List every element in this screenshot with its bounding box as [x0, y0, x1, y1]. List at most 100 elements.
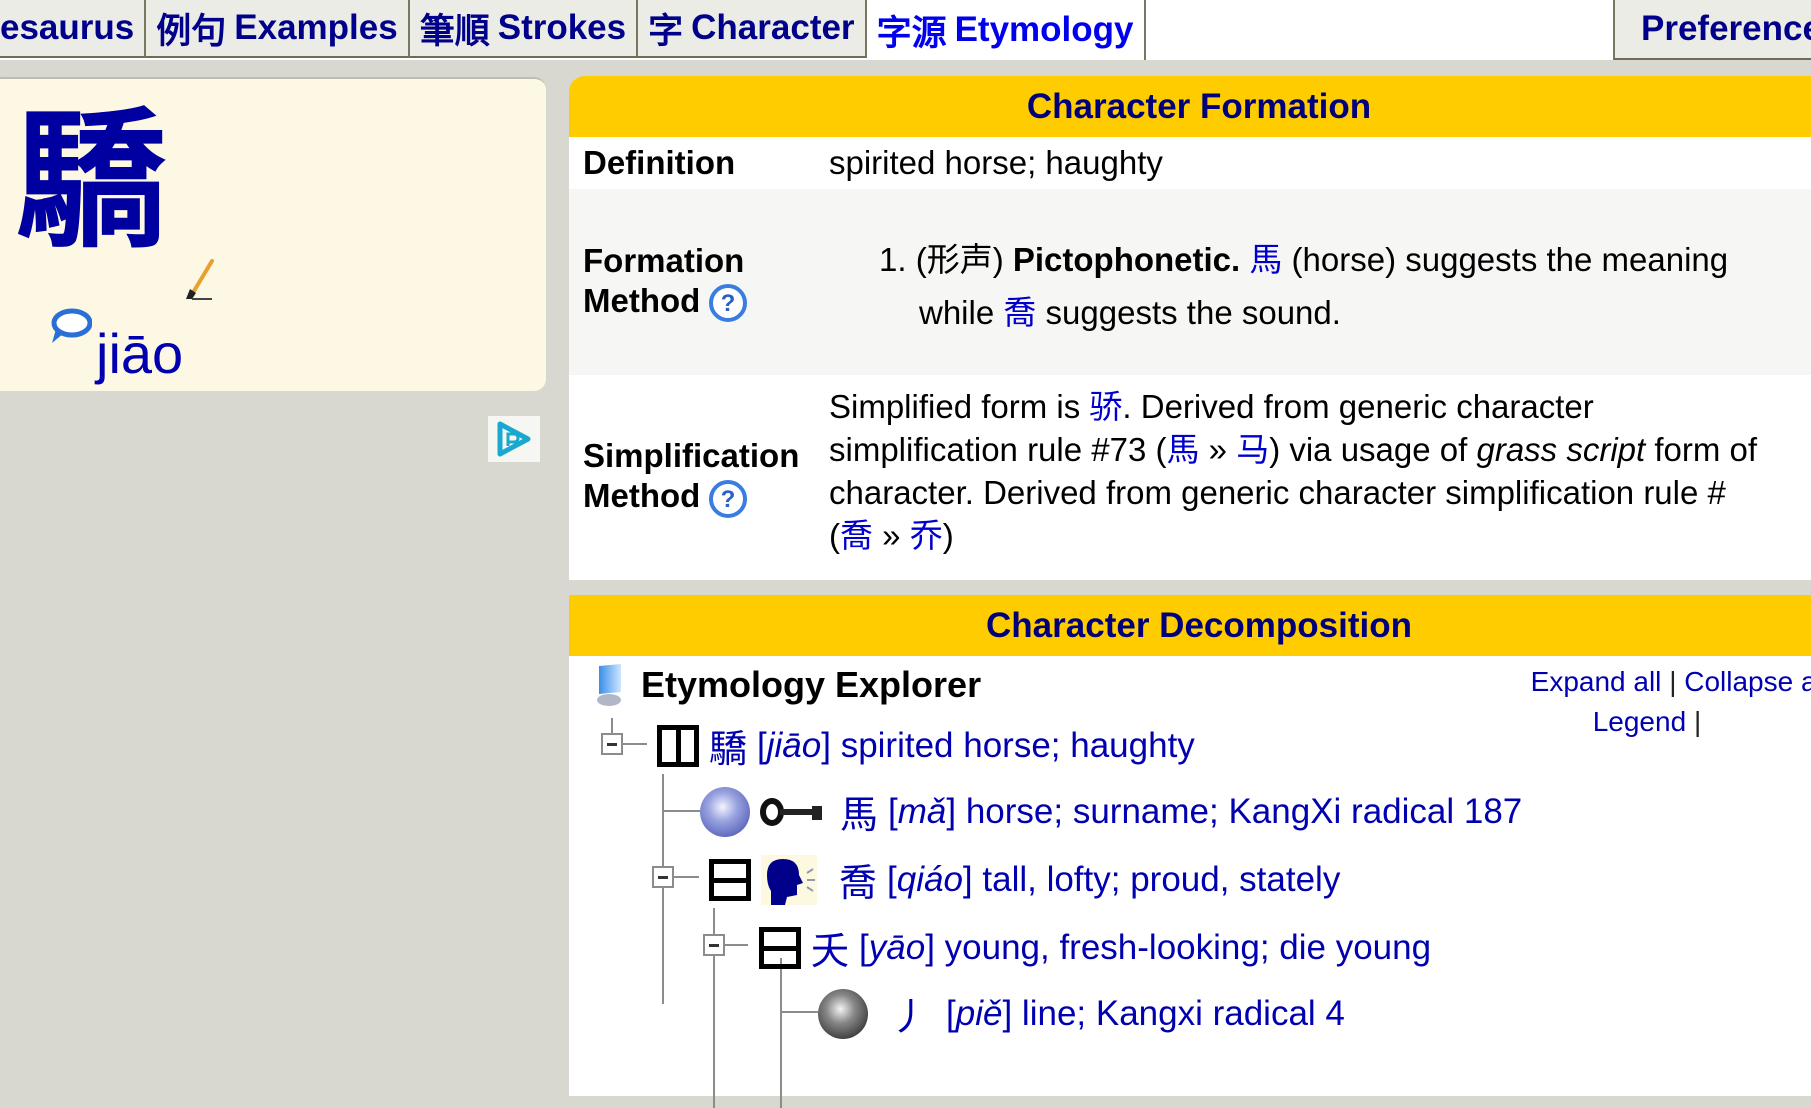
tab-cjk: 筆順	[419, 11, 490, 51]
simplification-method-row: Simplification Method? Simplified form i…	[569, 375, 1811, 580]
tab-etymology[interactable]: 字源 Etymology	[866, 0, 1146, 60]
help-icon[interactable]: ?	[708, 283, 748, 323]
collapse-all-link[interactable]: Collapse all	[1684, 666, 1811, 697]
tree-node: 驕 [jiāo] spirited horse; haughty	[657, 718, 1195, 773]
top-bottom-structure-icon	[709, 858, 751, 901]
simp-text: character. Derived from generic characte…	[829, 474, 1726, 511]
tab-label: Examples	[234, 8, 398, 47]
char-link[interactable]: 马	[1236, 431, 1269, 468]
label-line-1: Simplification	[583, 437, 800, 475]
formation-text: while	[919, 294, 995, 331]
simp-text: simplification rule #73 (	[829, 431, 1167, 468]
arrow: »	[873, 517, 910, 554]
tab-label: esaurus	[0, 8, 135, 47]
definition-value: spirited horse; haughty	[829, 144, 1163, 181]
node-pinyin: qiáo	[896, 859, 963, 899]
node-meaning: horse; surname; KangXi radical 187	[965, 791, 1523, 831]
character-formation-header: Character Formation	[569, 76, 1811, 137]
speech-bubble-icon[interactable]	[48, 307, 92, 347]
simp-line-4: (喬 » 乔)	[829, 517, 954, 554]
section-title: Character Decomposition	[986, 605, 1412, 645]
formation-method-label: Formation Method?	[569, 189, 829, 375]
etymology-explorer: Etymology Explorer Expand all | Collapse…	[569, 656, 1811, 1108]
main-content: Character Formation Definition spirited …	[569, 76, 1811, 1108]
node-char[interactable]: 喬	[839, 852, 877, 907]
node-pinyin: piě	[955, 993, 1003, 1033]
tree-node: 夭 [yāo] young, fresh-looking; die young	[759, 920, 1431, 975]
char-link[interactable]: 馬	[1166, 431, 1199, 468]
tree-line	[724, 944, 748, 946]
formation-method-row: Formation Method? 1. (形声) Pictophonetic.…	[569, 189, 1811, 375]
tab-character[interactable]: 字 Character	[638, 0, 867, 58]
node-text[interactable]: [qiáo] tall, lofty; proud, stately	[887, 860, 1340, 900]
tab-cjk: 字	[648, 11, 684, 51]
tree-line	[673, 876, 699, 878]
section-title: Character Formation	[1026, 86, 1372, 126]
node-text[interactable]: [jiāo] spirited horse; haughty	[757, 726, 1195, 766]
preferences-tab[interactable]: Preferences	[1613, 0, 1811, 60]
tree-line	[662, 774, 664, 1004]
arrow: »	[1199, 431, 1237, 468]
node-text[interactable]: [yāo] young, fresh-looking; die young	[859, 928, 1431, 968]
node-meaning: tall, lofty; proud, stately	[982, 859, 1341, 899]
node-pinyin: mǎ	[897, 791, 947, 831]
simp-text: . Derived from generic character	[1122, 388, 1594, 425]
tree-node: 馬 [mǎ] horse; surname; KangXi radical 18…	[700, 784, 1522, 839]
simp-line-3: character. Derived from generic characte…	[829, 471, 1811, 514]
node-char[interactable]: 驕	[709, 718, 747, 773]
tab-cjk: 例句	[156, 11, 227, 51]
preferences-label: Preferences	[1641, 9, 1811, 48]
tab-label: Etymology	[954, 10, 1134, 49]
collapse-toggle[interactable]	[601, 733, 623, 755]
brush-icon[interactable]	[182, 257, 218, 303]
character-decomposition-header: Character Decomposition	[569, 595, 1811, 656]
tree-line	[621, 743, 647, 745]
char-link[interactable]: 喬	[840, 517, 873, 554]
legend-link[interactable]: Legend	[1593, 706, 1686, 737]
formation-type-zh: (形声)	[915, 241, 1004, 278]
formation-text: suggests the sound.	[1045, 294, 1341, 331]
tree-line	[780, 958, 782, 1108]
tab-examples[interactable]: 例句 Examples	[146, 0, 410, 58]
node-char[interactable]: 丿	[890, 986, 928, 1041]
simplification-method-label: Simplification Method?	[569, 375, 829, 580]
simp-line-1: Simplified form is 骄. Derived from gener…	[829, 385, 1811, 428]
formation-line-1: 1. (形声) Pictophonetic. 馬 (horse) suggest…	[879, 233, 1811, 286]
separator: |	[1669, 666, 1677, 697]
speaking-head-icon	[761, 854, 817, 905]
ad-choices-icon[interactable]	[488, 416, 540, 462]
simp-italic: grass script	[1476, 431, 1646, 468]
tab-bar: esaurus 例句 Examples 筆順 Strokes 字 Charact…	[0, 0, 1811, 60]
expand-all-link[interactable]: Expand all	[1531, 666, 1662, 697]
node-text[interactable]: [piě] line; Kangxi radical 4	[946, 994, 1345, 1034]
label-text: Method	[583, 477, 701, 515]
explorer-title: Etymology Explorer	[591, 662, 981, 708]
left-right-structure-icon	[657, 724, 699, 767]
label-line-1: Formation	[583, 241, 745, 279]
node-char[interactable]: 馬	[840, 784, 878, 839]
key-icon	[760, 797, 822, 826]
node-meaning: line; Kangxi radical 4	[1021, 993, 1345, 1033]
tree-line	[662, 810, 700, 812]
label-line-2: Method?	[583, 281, 829, 323]
simp-text: ) via usage of	[1269, 431, 1468, 468]
char-link[interactable]: 骄	[1089, 388, 1122, 425]
collapse-toggle[interactable]	[652, 866, 674, 888]
main-character: 驕	[16, 93, 167, 269]
help-icon[interactable]: ?	[708, 479, 748, 519]
explorer-icon	[597, 664, 621, 706]
node-char[interactable]: 夭	[811, 920, 849, 975]
tree-controls: Expand all | Collapse all Legend |	[1531, 662, 1811, 742]
tab-thesaurus[interactable]: esaurus	[0, 0, 147, 58]
collapse-toggle[interactable]	[703, 934, 725, 956]
char-link[interactable]: 乔	[910, 517, 943, 554]
node-text[interactable]: [mǎ] horse; surname; KangXi radical 187	[888, 792, 1522, 832]
char-link[interactable]: 馬	[1249, 241, 1282, 278]
formation-method-value: 1. (形声) Pictophonetic. 馬 (horse) suggest…	[829, 189, 1811, 375]
char-link[interactable]: 喬	[1003, 294, 1036, 331]
separator: |	[1693, 706, 1702, 737]
svg-text:?: ?	[721, 486, 736, 513]
formation-text: (horse) suggests the meaning	[1291, 241, 1729, 278]
tab-strokes[interactable]: 筆順 Strokes	[409, 0, 639, 58]
character-panel: 驕 jiāo	[0, 77, 546, 391]
